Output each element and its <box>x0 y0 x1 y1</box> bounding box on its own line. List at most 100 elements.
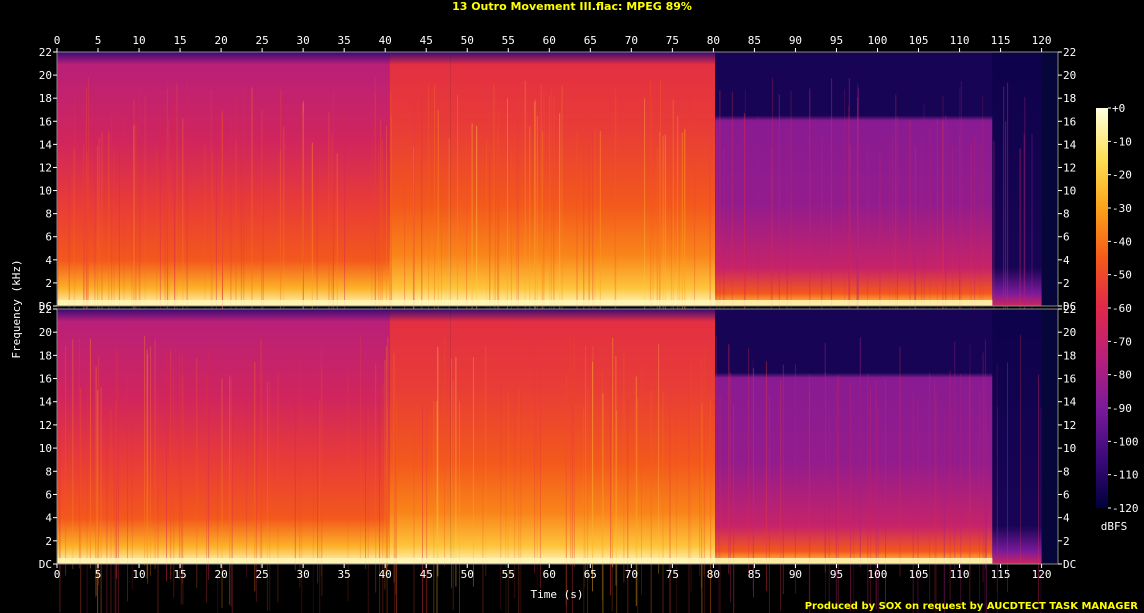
streak <box>559 113 561 342</box>
streak <box>719 90 721 320</box>
streak <box>850 381 852 612</box>
x-tick-label: 5 <box>95 568 102 581</box>
x-tick-label: 30 <box>297 568 310 581</box>
streak <box>688 384 690 613</box>
credit-text: Produced by SOX on request by AUCDTECT T… <box>804 601 1138 612</box>
y-tick-label-left: 22 <box>39 46 52 59</box>
y-tick-label-left: 4 <box>45 512 52 525</box>
streak <box>379 399 381 613</box>
streak <box>644 98 646 327</box>
streak <box>899 346 901 577</box>
streak <box>131 359 133 590</box>
streak <box>700 359 702 589</box>
streak <box>246 348 248 579</box>
streak <box>561 86 563 315</box>
streak <box>86 383 88 613</box>
y-tick-label-left: 14 <box>39 396 53 409</box>
streak <box>138 86 140 316</box>
streak <box>969 344 971 575</box>
y-tick-label-right: 18 <box>1063 349 1076 362</box>
streak <box>302 112 304 342</box>
x-tick-label: 95 <box>830 34 843 47</box>
y-tick-label-left: 12 <box>39 161 52 174</box>
streak <box>118 100 120 330</box>
x-tick-label: 10 <box>132 568 145 581</box>
streak <box>89 338 91 569</box>
x-tick-label: 95 <box>830 568 843 581</box>
y-tick-label-right: 14 <box>1063 396 1077 409</box>
streak <box>743 113 745 342</box>
streak <box>768 394 770 613</box>
streak <box>809 88 811 318</box>
x-tick-label: 110 <box>950 34 970 47</box>
streak <box>87 77 89 307</box>
y-tick-label-right: 10 <box>1063 442 1076 455</box>
streak <box>828 403 830 613</box>
segment-high <box>389 309 451 564</box>
streak <box>573 337 575 567</box>
streak <box>106 401 108 613</box>
streak <box>652 104 654 333</box>
y-tick-label-left: 18 <box>39 92 52 105</box>
streak <box>549 96 551 326</box>
x-tick-label: 80 <box>707 34 720 47</box>
streak <box>426 406 428 613</box>
streak <box>809 389 811 613</box>
x-tick-label: 75 <box>666 34 679 47</box>
streak <box>441 84 442 314</box>
y-tick-label-right: 20 <box>1063 69 1076 82</box>
streak <box>80 387 82 613</box>
streak <box>118 394 119 613</box>
x-tick-label: 5 <box>95 34 102 47</box>
streak <box>778 94 780 324</box>
streak <box>979 391 980 613</box>
y-tick-label-left: 20 <box>39 69 52 82</box>
x-tick-label: 45 <box>420 568 433 581</box>
segment-mid <box>57 52 390 306</box>
streak <box>536 370 538 601</box>
y-tick-label-left: 4 <box>45 254 52 267</box>
streak <box>493 84 495 314</box>
x-tick-label: 115 <box>991 568 1011 581</box>
colorbar-tick-label: -20 <box>1112 169 1132 182</box>
streak <box>72 339 74 569</box>
y-tick-label-right: 6 <box>1063 231 1070 244</box>
streak <box>985 408 987 613</box>
streak <box>615 96 617 326</box>
streak <box>540 85 542 314</box>
streak <box>715 335 717 566</box>
y-tick-label-right: 18 <box>1063 92 1076 105</box>
streak <box>235 98 237 328</box>
x-tick-label: 15 <box>173 568 186 581</box>
streak <box>895 94 897 324</box>
streak <box>1020 334 1021 565</box>
streak <box>210 89 212 318</box>
x-tick-label: 90 <box>789 34 802 47</box>
streak <box>459 401 460 613</box>
colorbar-tick-label: -60 <box>1112 302 1132 315</box>
streak <box>612 337 614 568</box>
streak <box>539 358 541 589</box>
x-tick-label: 60 <box>543 568 556 581</box>
streak <box>428 84 430 313</box>
x-tick-label: 40 <box>379 34 392 47</box>
streak <box>949 370 951 601</box>
x-tick-label: 50 <box>461 568 474 581</box>
streak <box>434 85 436 314</box>
streak <box>982 95 984 324</box>
streak <box>166 79 168 309</box>
x-tick-label: 45 <box>420 34 433 47</box>
y-tick-label-right: 10 <box>1063 185 1076 198</box>
streak <box>602 393 604 613</box>
x-tick-label: 75 <box>666 568 679 581</box>
streak <box>934 380 936 611</box>
x-tick-label: 20 <box>214 568 227 581</box>
streak <box>660 79 661 308</box>
streak <box>1003 86 1005 316</box>
streak <box>615 356 617 586</box>
streak <box>943 409 945 613</box>
colorbar-tick-label: -90 <box>1112 402 1132 415</box>
streak <box>662 391 664 613</box>
x-tick-label: 80 <box>707 568 720 581</box>
y-tick-label-right: 8 <box>1063 208 1070 221</box>
